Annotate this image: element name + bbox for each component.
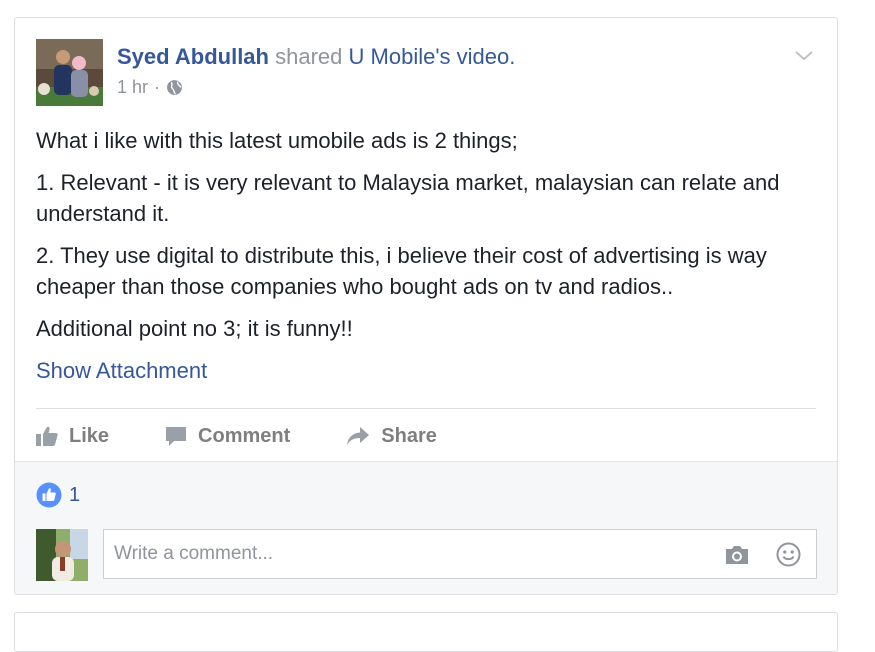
post-actions: Like Comment Share bbox=[36, 418, 493, 454]
post-footer: 1 bbox=[15, 461, 837, 594]
author-name-link[interactable]: Syed Abdullah bbox=[117, 44, 269, 69]
post-timestamp[interactable]: 1 hr bbox=[117, 77, 148, 98]
author-avatar[interactable] bbox=[36, 39, 103, 106]
shared-page-link[interactable]: U Mobile bbox=[349, 44, 436, 69]
post-card: Syed Abdullah shared U Mobile's video. 1… bbox=[14, 17, 838, 595]
post-paragraph: Additional point no 3; it is funny!! bbox=[36, 316, 353, 341]
like-badge-icon bbox=[36, 482, 62, 508]
comment-input[interactable] bbox=[114, 530, 674, 578]
like-button[interactable]: Like bbox=[36, 425, 109, 448]
post-paragraph: What i like with this latest umobile ads… bbox=[36, 128, 518, 153]
share-arrow-icon bbox=[347, 427, 370, 445]
comment-button[interactable]: Comment bbox=[165, 425, 290, 448]
comment-bubble-icon bbox=[166, 426, 187, 446]
comment-label: Comment bbox=[198, 424, 291, 447]
meta-separator: · bbox=[154, 77, 161, 97]
share-button[interactable]: Share bbox=[346, 425, 437, 448]
post-paragraph: 2. They use digital to distribute this, … bbox=[36, 243, 767, 299]
post-meta: 1 hr · bbox=[117, 77, 515, 98]
post-headline: Syed Abdullah shared U Mobile's video. bbox=[117, 43, 515, 71]
comment-box[interactable] bbox=[103, 529, 817, 579]
like-label: Like bbox=[69, 424, 110, 447]
globe-icon[interactable] bbox=[166, 79, 183, 96]
thumbs-up-icon bbox=[36, 426, 58, 446]
next-post-card bbox=[14, 612, 838, 652]
shared-label: shared bbox=[275, 44, 343, 69]
reactions-summary[interactable]: 1 bbox=[36, 482, 80, 508]
share-label: Share bbox=[381, 424, 437, 447]
action-divider bbox=[36, 408, 816, 409]
post-paragraph: 1. Relevant - it is very relevant to Mal… bbox=[36, 170, 780, 226]
chevron-down-icon[interactable] bbox=[793, 44, 815, 66]
post-header-text: Syed Abdullah shared U Mobile's video. 1… bbox=[117, 43, 515, 98]
post-header: Syed Abdullah shared U Mobile's video. 1… bbox=[36, 39, 817, 107]
camera-icon[interactable] bbox=[724, 544, 750, 566]
viewer-avatar[interactable] bbox=[36, 529, 88, 581]
post-body: What i like with this latest umobile ads… bbox=[36, 125, 826, 355]
show-attachment-link[interactable]: Show Attachment bbox=[36, 358, 207, 384]
reaction-count: 1 bbox=[69, 483, 81, 506]
comment-composer bbox=[36, 529, 817, 581]
smiley-icon[interactable] bbox=[776, 542, 801, 567]
shared-video-link[interactable]: 's video. bbox=[435, 44, 515, 69]
